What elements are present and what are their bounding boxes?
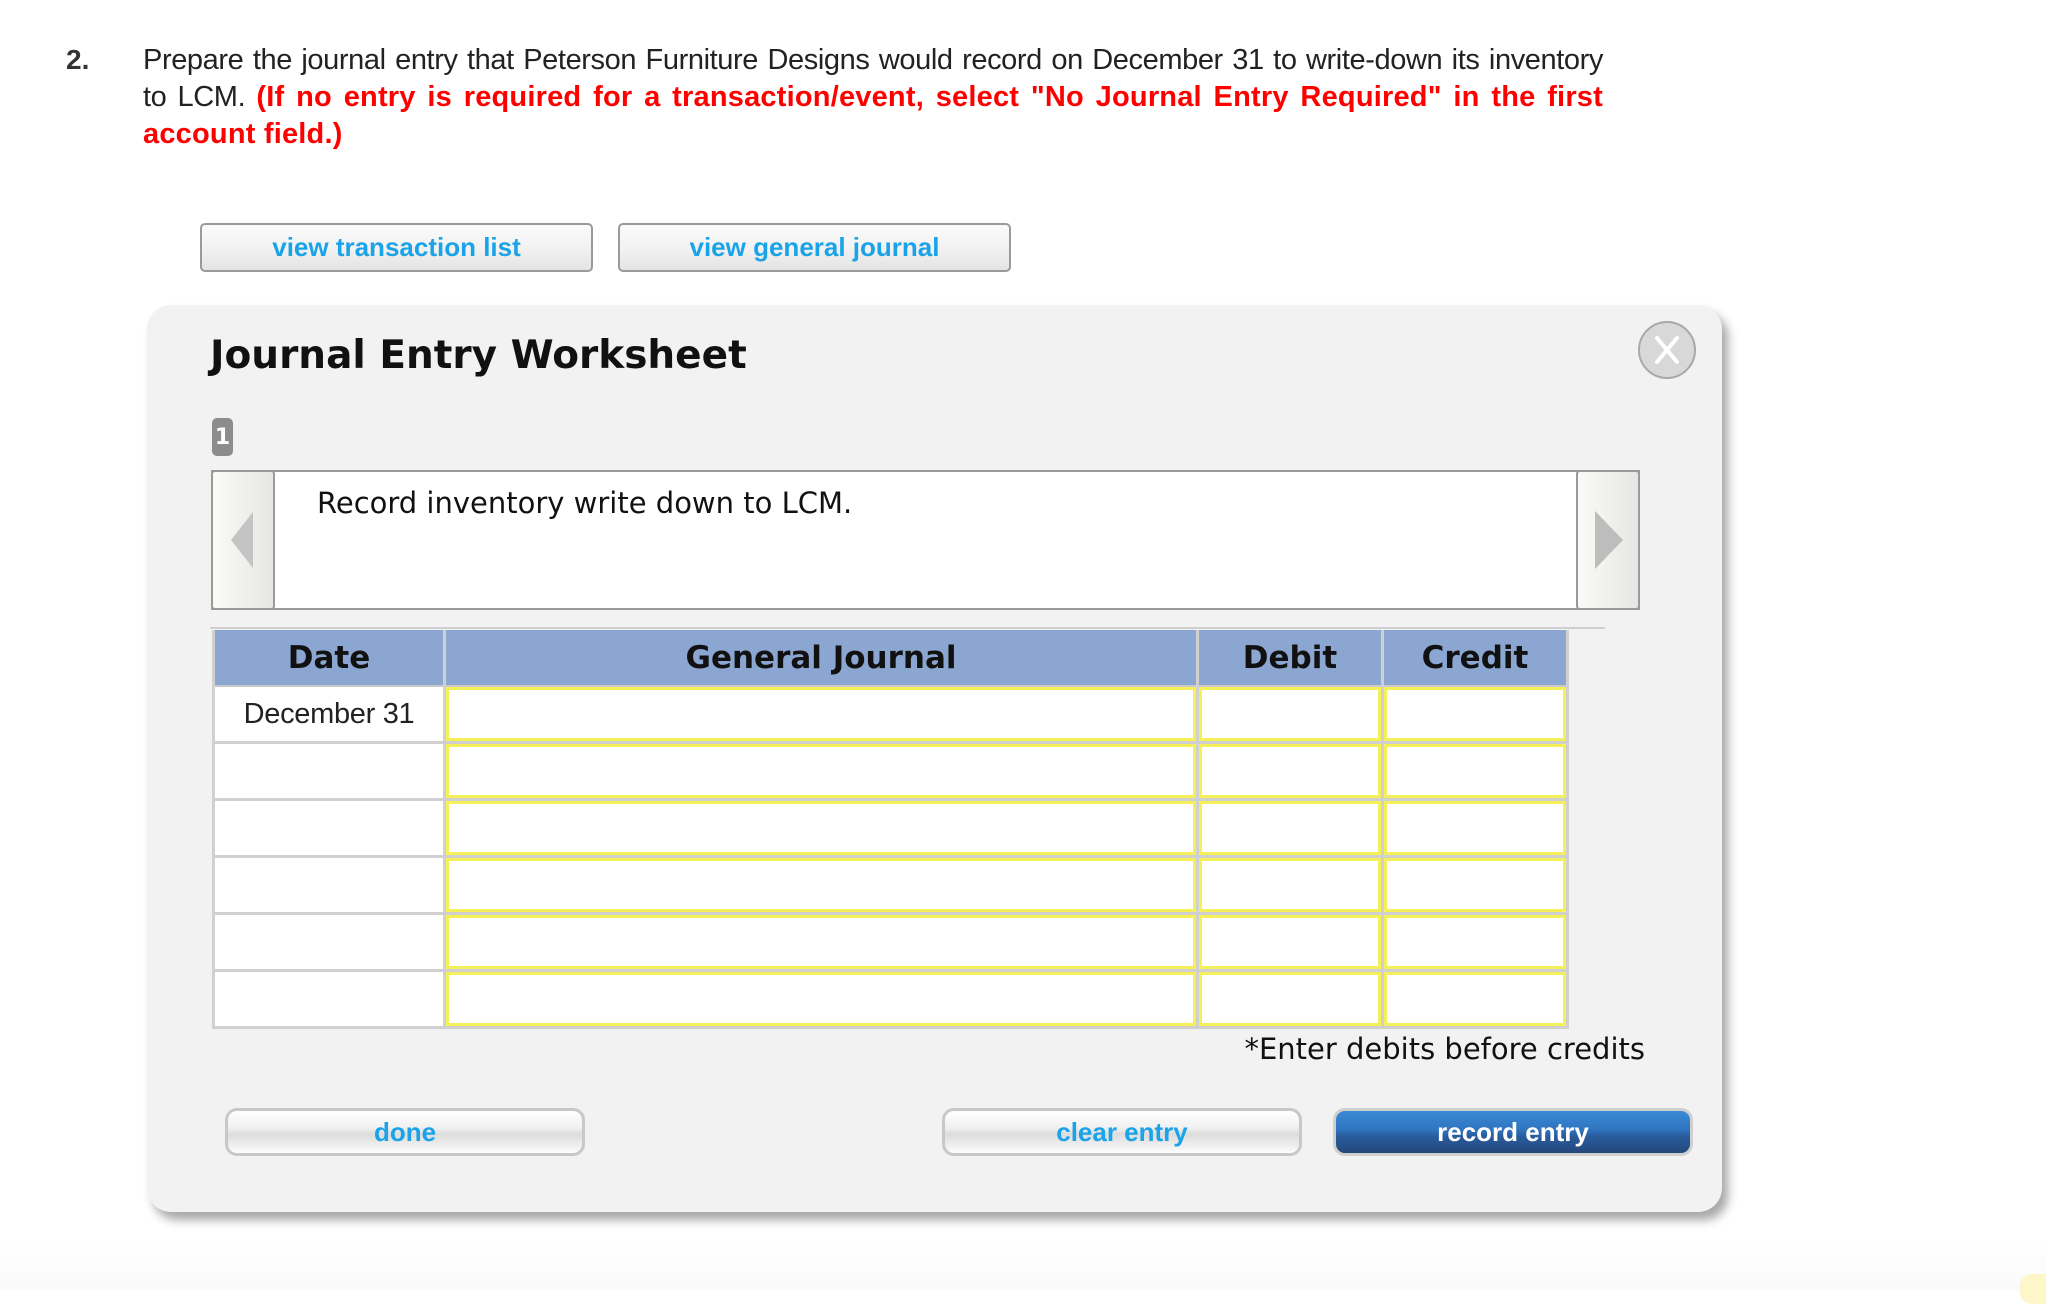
worksheet-title: Journal Entry Worksheet (210, 333, 747, 378)
column-header-date: Date (215, 630, 443, 687)
transaction-description: Record inventory write down to LCM. (317, 486, 853, 520)
question-instruction: (If no entry is required for a transacti… (143, 81, 1603, 150)
column-header-credit: Credit (1384, 630, 1566, 687)
question-number: 2. (66, 44, 90, 75)
close-icon (1655, 336, 1679, 364)
record-entry-button[interactable]: record entry (1333, 1108, 1693, 1156)
account-input[interactable] (446, 801, 1196, 858)
clear-entry-button[interactable]: clear entry (942, 1108, 1302, 1156)
date-cell (215, 972, 443, 1029)
table-header-row: Date General Journal Debit Credit (215, 630, 1566, 687)
previous-transaction-button[interactable] (211, 470, 275, 610)
credit-input[interactable] (1384, 744, 1566, 801)
account-input[interactable] (446, 915, 1196, 972)
column-header-debit: Debit (1199, 630, 1381, 687)
credit-input[interactable] (1384, 687, 1566, 744)
close-button[interactable] (1638, 321, 1696, 379)
view-transaction-list-button[interactable]: view transaction list (200, 223, 593, 272)
page-bottom-fade (0, 1235, 2046, 1290)
next-transaction-button[interactable] (1576, 470, 1640, 610)
question-text: Prepare the journal entry that Peterson … (143, 42, 1603, 153)
account-input[interactable] (446, 687, 1196, 744)
table-top-divider (210, 627, 1605, 629)
done-button[interactable]: done (225, 1108, 585, 1156)
debit-input[interactable] (1199, 858, 1381, 915)
debit-input[interactable] (1199, 915, 1381, 972)
triangle-left-icon (231, 512, 253, 568)
credit-input[interactable] (1384, 858, 1566, 915)
table-row (215, 744, 1566, 801)
debit-input[interactable] (1199, 801, 1381, 858)
date-cell (215, 744, 443, 801)
debit-credit-note: *Enter debits before credits (1244, 1032, 1645, 1066)
debit-input[interactable] (1199, 744, 1381, 801)
account-input[interactable] (446, 972, 1196, 1029)
table-row (215, 915, 1566, 972)
account-input[interactable] (446, 858, 1196, 915)
date-cell: December 31 (215, 687, 443, 744)
journal-table: Date General Journal Debit Credit Decemb… (212, 630, 1569, 1029)
corner-indicator (2020, 1274, 2046, 1304)
debit-input[interactable] (1199, 972, 1381, 1029)
transaction-number-badge[interactable]: 1 (212, 418, 233, 456)
account-input[interactable] (446, 744, 1196, 801)
triangle-right-icon (1595, 511, 1623, 569)
view-general-journal-button[interactable]: view general journal (618, 223, 1011, 272)
transaction-description-box: Record inventory write down to LCM. (211, 470, 1640, 610)
journal-entry-worksheet: Journal Entry Worksheet 1 Record invento… (147, 305, 1722, 1212)
table-row (215, 858, 1566, 915)
debit-input[interactable] (1199, 687, 1381, 744)
credit-input[interactable] (1384, 915, 1566, 972)
date-cell (215, 858, 443, 915)
credit-input[interactable] (1384, 972, 1566, 1029)
credit-input[interactable] (1384, 801, 1566, 858)
date-cell (215, 915, 443, 972)
column-header-general-journal: General Journal (446, 630, 1196, 687)
date-cell (215, 801, 443, 858)
table-row: December 31 (215, 687, 1566, 744)
table-row (215, 801, 1566, 858)
table-row (215, 972, 1566, 1029)
